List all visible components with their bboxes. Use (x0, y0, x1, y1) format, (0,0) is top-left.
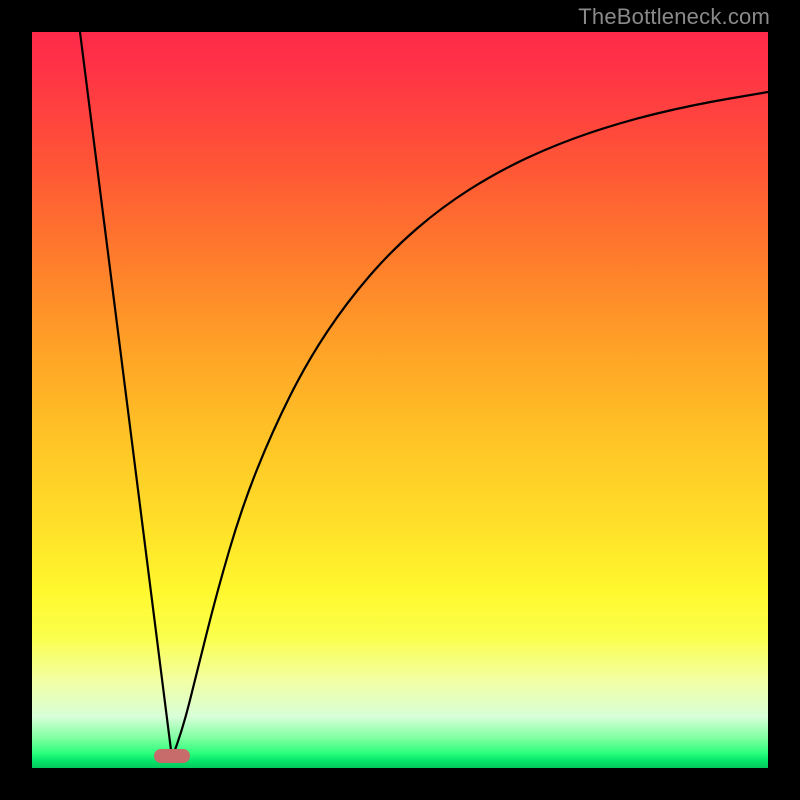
plot-area (32, 32, 768, 768)
watermark-text: TheBottleneck.com (578, 4, 770, 30)
series-left-line (80, 32, 172, 758)
bottleneck-marker (154, 749, 190, 763)
curve-svg (32, 32, 768, 768)
series-right-curve (172, 92, 768, 758)
chart-frame: TheBottleneck.com (0, 0, 800, 800)
